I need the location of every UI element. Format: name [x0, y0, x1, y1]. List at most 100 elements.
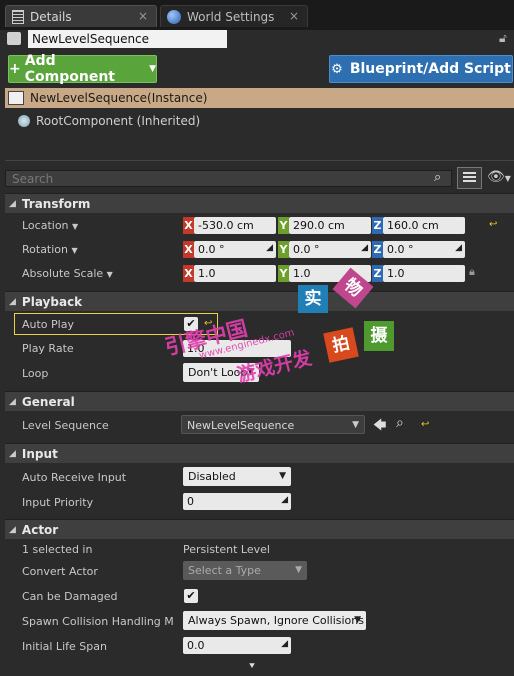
drag-handle-icon: ◢ — [281, 639, 288, 649]
play-rate-label: Play Rate — [22, 342, 74, 355]
can-be-damaged-checkbox[interactable]: ✔ — [184, 589, 198, 603]
tab-world-settings[interactable]: World Settings × — [160, 5, 308, 27]
section-general-title: General — [21, 394, 75, 409]
collapse-arrow-icon: ◢ — [9, 198, 16, 209]
location-x-field[interactable]: -530.0 cm — [194, 217, 276, 234]
lock-icon[interactable]: 🔓︎ — [499, 31, 511, 46]
absolute-scale-label[interactable]: Absolute Scale ▼ — [22, 267, 113, 280]
plus-icon: + — [9, 61, 21, 77]
section-actor-title: Actor — [21, 522, 59, 537]
chevron-down-icon: ▼ — [72, 222, 79, 231]
collapse-arrow-icon: ◢ — [9, 396, 16, 407]
list-icon — [463, 172, 476, 184]
actor-icon — [7, 32, 21, 45]
tab-details[interactable]: Details × — [5, 5, 157, 27]
scale-x-field[interactable]: 1.0 — [194, 265, 276, 282]
location-z-field[interactable]: 160.0 cm — [383, 217, 465, 234]
actor-name-field[interactable]: NewLevelSequence — [28, 30, 227, 48]
axis-z-tag: Z — [372, 265, 383, 282]
collapse-arrow-icon: ◢ — [9, 448, 16, 459]
input-priority-value: 0 — [187, 495, 194, 508]
reset-to-default-icon[interactable]: ↩ — [421, 419, 429, 430]
initial-life-span-value: 0.0 — [187, 639, 205, 652]
section-input[interactable]: ◢ Input — [5, 443, 514, 463]
browse-search-icon[interactable]: ⌕ — [396, 415, 404, 431]
convert-actor-label: Convert Actor — [22, 565, 98, 578]
chevron-down-icon: ▼ — [106, 270, 113, 279]
search-input[interactable]: Search — [5, 170, 452, 187]
close-details-tab-button[interactable]: × — [138, 9, 148, 23]
axis-y-tag: Y — [278, 217, 289, 234]
blueprint-add-script-button[interactable]: ⚙ Blueprint/Add Script — [329, 55, 513, 83]
root-component-label: RootComponent (Inherited) — [36, 114, 201, 128]
chevron-down-icon: ▼ — [149, 64, 156, 74]
chevron-down-icon: ▼ — [71, 246, 78, 255]
property-matrix-button[interactable] — [457, 167, 482, 189]
watermark-tag: 拍 — [323, 327, 359, 363]
use-selected-arrow-icon[interactable]: 🡄 — [373, 416, 386, 438]
chevron-down-icon: ▼ — [352, 420, 359, 430]
rotation-label[interactable]: Rotation ▼ — [22, 243, 78, 256]
rotation-y-field[interactable]: 0.0 ° ◢ — [289, 241, 371, 258]
chevron-down-icon: ▼ — [295, 565, 302, 575]
section-playback[interactable]: ◢ Playback — [5, 291, 514, 311]
component-instance-label: NewLevelSequence(Instance) — [30, 91, 208, 105]
rotation-y-value: 0.0 ° — [293, 243, 320, 256]
add-component-label: Add Component — [24, 53, 115, 85]
auto-receive-input-label: Auto Receive Input — [22, 471, 127, 484]
root-component-row[interactable]: RootComponent (Inherited) — [18, 114, 200, 128]
drag-handle-icon: ◢ — [361, 243, 368, 253]
persistent-level-text: Persistent Level — [183, 543, 270, 556]
section-actor[interactable]: ◢ Actor — [5, 519, 514, 539]
section-transform-title: Transform — [21, 196, 91, 211]
tab-details-label: Details — [30, 9, 72, 24]
watermark-tag: 实 — [298, 285, 328, 313]
input-priority-field[interactable]: 0 ◢ — [183, 493, 291, 510]
spawn-collision-dropdown[interactable]: Always Spawn, Ignore Collisions ▼ — [183, 611, 366, 630]
details-icon — [12, 9, 24, 24]
input-priority-label: Input Priority — [22, 496, 94, 509]
globe-icon — [167, 9, 181, 24]
rotation-x-field[interactable]: 0.0 ° ◢ — [194, 241, 276, 258]
scale-z-field[interactable]: 1.0 — [383, 265, 465, 282]
axis-x-tag: X — [183, 241, 194, 258]
section-general[interactable]: ◢ General — [5, 391, 514, 411]
location-label-text: Location — [22, 219, 69, 232]
close-world-settings-tab-button[interactable]: × — [289, 9, 299, 23]
watermark-tag: 摄 — [364, 321, 394, 351]
initial-life-span-field[interactable]: 0.0 ◢ — [183, 637, 291, 654]
search-icon[interactable]: ⌕ — [434, 170, 452, 187]
auto-play-label: Auto Play — [22, 318, 74, 331]
add-component-button[interactable]: + Add Component ▼ — [8, 53, 157, 85]
rotation-z-value: 0.0 ° — [387, 243, 414, 256]
scene-component-icon — [18, 115, 30, 127]
rotation-z-field[interactable]: 0.0 ° ◢ — [383, 241, 465, 258]
drag-handle-icon: ◢ — [266, 243, 273, 253]
spawn-collision-value: Always Spawn, Ignore Collisions — [188, 614, 364, 627]
rotation-label-text: Rotation — [22, 243, 69, 256]
location-y-field[interactable]: 290.0 cm — [289, 217, 371, 234]
reset-to-default-icon[interactable]: ↩ — [489, 219, 497, 230]
auto-receive-input-value: Disabled — [188, 470, 236, 483]
absolute-scale-label-text: Absolute Scale — [22, 267, 104, 280]
lock-scale-icon[interactable]: 🔒︎ — [469, 265, 475, 279]
axis-z-tag: Z — [372, 241, 383, 258]
convert-actor-dropdown[interactable]: Select a Type ▼ — [183, 561, 307, 580]
level-sequence-asset-picker[interactable]: NewLevelSequence ▼ — [181, 415, 365, 434]
drag-handle-icon: ◢ — [281, 495, 288, 505]
section-transform[interactable]: ◢ Transform — [5, 193, 514, 213]
expand-advanced-icon[interactable]: ⯆ — [248, 661, 256, 672]
blueprint-add-script-label: Blueprint/Add Script — [349, 61, 511, 77]
collapse-arrow-icon: ◢ — [9, 524, 16, 535]
view-options-eye-icon[interactable]: 👁︎▼ — [487, 169, 513, 187]
loop-label: Loop — [22, 367, 49, 380]
level-sequence-value: NewLevelSequence — [187, 419, 295, 432]
actor-instance-icon — [8, 91, 24, 105]
axis-z-tag: Z — [372, 217, 383, 234]
level-sequence-label: Level Sequence — [22, 419, 109, 432]
gears-icon: ⚙ — [331, 61, 343, 77]
auto-receive-input-dropdown[interactable]: Disabled ▼ — [183, 467, 291, 486]
location-label[interactable]: Location ▼ — [22, 219, 78, 232]
tab-world-settings-label: World Settings — [187, 9, 275, 24]
component-instance-row[interactable]: NewLevelSequence(Instance) — [5, 88, 514, 108]
